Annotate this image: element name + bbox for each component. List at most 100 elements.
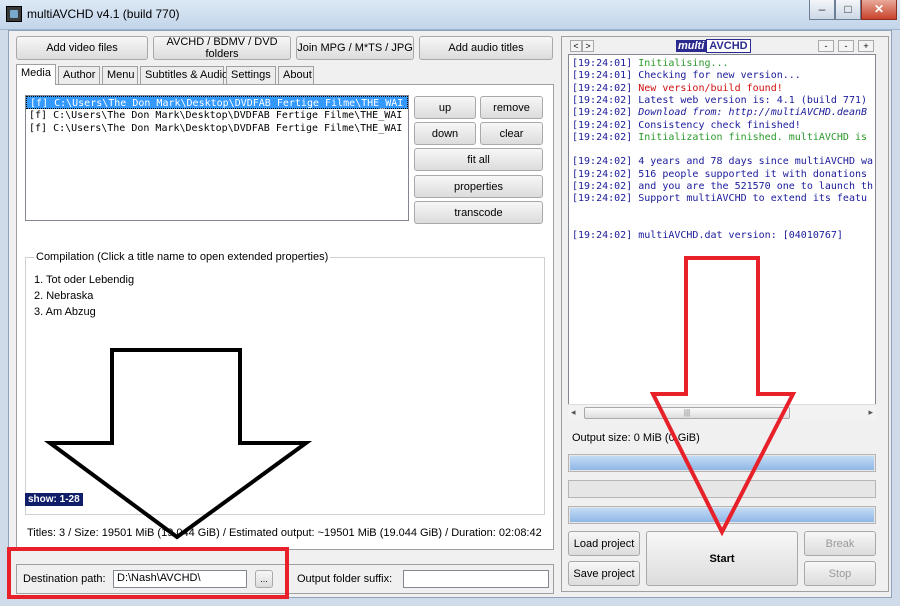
log-message: Latest web version is: 4.1 (build 771) xyxy=(632,94,868,106)
title-item[interactable]: 2. Nebraska xyxy=(34,290,93,302)
join-mpg-button[interactable]: Join MPG / M*TS / JPG xyxy=(296,36,414,60)
clear-button[interactable]: clear xyxy=(480,122,543,145)
log-message: Consistency check finished! xyxy=(632,119,801,131)
file-list-item[interactable]: [f] C:\Users\The Don Mark\Desktop\DVDFAB… xyxy=(26,109,408,122)
title-item[interactable]: 1. Tot oder Lebendig xyxy=(34,274,134,286)
log-plus-button[interactable]: + xyxy=(858,40,874,52)
log-next-button[interactable]: > xyxy=(582,40,594,52)
log-timestamp: [19:24:02] xyxy=(572,119,633,131)
log-line: [19:24:01] Initialising... xyxy=(572,58,729,69)
remove-button[interactable]: remove xyxy=(480,96,543,119)
maximize-button[interactable]: □ xyxy=(835,0,861,20)
log-line: [19:24:02] Download from: http://multiAV… xyxy=(572,107,867,118)
scroll-right-arrow-icon[interactable]: ▸ xyxy=(868,407,873,418)
log-timestamp: [19:24:02] xyxy=(572,107,633,119)
log-timestamp: [19:24:02] xyxy=(572,181,633,192)
log-timestamp: [19:24:02] xyxy=(572,156,633,168)
scrollbar-thumb[interactable]: ||| xyxy=(584,407,790,419)
window-title: multiAVCHD v4.1 (build 770) xyxy=(27,7,180,21)
log-minus-button-2[interactable]: - xyxy=(838,40,854,52)
log-line: [19:24:02] 516 people supported it with … xyxy=(572,169,867,180)
log-message: Initialising... xyxy=(632,58,729,69)
show-range-badge[interactable]: show: 1-28 xyxy=(25,493,83,506)
log-line: [19:24:01] Checking for new version... xyxy=(572,70,801,81)
title-bar: multiAVCHD v4.1 (build 770) – □ ✕ xyxy=(0,0,900,30)
compilation-group: Compilation (Click a title name to open … xyxy=(25,251,545,515)
tab-subtitles-audio[interactable]: Subtitles & Audio xyxy=(140,66,228,84)
log-message: 4 years and 78 days since multiAVCHD wa xyxy=(632,156,874,168)
log-message: Initialization finished. multiAVCHD is xyxy=(632,131,868,143)
log-line: [19:24:02] multiAVCHD.dat version: [0401… xyxy=(572,230,843,241)
avchd-folders-button[interactable]: AVCHD / BDMV / DVD folders xyxy=(153,36,291,60)
log-timestamp: [19:24:01] xyxy=(572,58,633,69)
log-line: [19:24:02] Consistency check finished! xyxy=(572,120,801,131)
file-list[interactable]: [f] C:\Users\The Don Mark\Desktop\DVDFAB… xyxy=(25,95,409,221)
logo-avchd: AVCHD xyxy=(706,39,751,53)
log-message: New version/build found! xyxy=(632,82,783,94)
up-button[interactable]: up xyxy=(414,96,476,119)
tab-settings[interactable]: Settings xyxy=(226,66,276,84)
tab-menu[interactable]: Menu xyxy=(102,66,138,84)
save-project-button[interactable]: Save project xyxy=(568,561,640,586)
destination-label: Destination path: xyxy=(23,573,106,585)
log-message: 516 people supported it with donations xyxy=(632,168,868,180)
add-audio-titles-button[interactable]: Add audio titles xyxy=(419,36,553,60)
start-button[interactable]: Start xyxy=(646,531,798,586)
suffix-input[interactable] xyxy=(403,570,549,588)
log-message: and you are the 521570 one to launch th xyxy=(632,181,874,192)
file-list-item[interactable]: [f] C:\Users\The Don Mark\Desktop\DVDFAB… xyxy=(26,122,408,135)
browse-button[interactable]: ... xyxy=(255,570,273,588)
log-timestamp: [19:24:02] xyxy=(572,82,633,94)
fit-all-button[interactable]: fit all xyxy=(414,148,543,171)
log-message: Checking for new version... xyxy=(632,70,801,82)
close-button[interactable]: ✕ xyxy=(861,0,897,20)
title-item[interactable]: 3. Am Abzug xyxy=(34,306,96,318)
log-prev-button[interactable]: < xyxy=(570,40,582,52)
file-list-item[interactable]: [f] C:\Users\The Don Mark\Desktop\DVDFAB… xyxy=(26,96,408,109)
add-video-files-button[interactable]: Add video files xyxy=(16,36,148,60)
output-size-label: Output size: 0 MiB (0 GiB) xyxy=(572,432,700,444)
multiavchd-logo: multi AVCHD xyxy=(676,39,772,53)
transcode-button[interactable]: transcode xyxy=(414,201,543,224)
log-minus-button[interactable]: - xyxy=(818,40,834,52)
log-message: multiAVCHD.dat version: [04010767] xyxy=(632,230,843,242)
log-timestamp: [19:24:02] xyxy=(572,230,633,242)
minimize-button[interactable]: – xyxy=(809,0,835,20)
log-line: [19:24:02] and you are the 521570 one to… xyxy=(572,181,873,192)
log-message: Support multiAVCHD to extend its featu xyxy=(632,193,868,205)
compilation-label: Compilation (Click a title name to open … xyxy=(34,251,331,263)
log-line: [19:24:02] 4 years and 78 days since mul… xyxy=(572,156,873,167)
scroll-left-arrow-icon[interactable]: ◂ xyxy=(571,407,576,418)
tab-media[interactable]: Media xyxy=(16,64,56,85)
progress-fill xyxy=(570,508,874,522)
app-icon xyxy=(6,6,22,22)
destination-path-input[interactable]: D:\Nash\AVCHD\ xyxy=(113,570,247,588)
log-line: [19:24:02] Support multiAVCHD to extend … xyxy=(572,193,867,204)
media-stats: Titles: 3 / Size: 19501 MiB (19.044 GiB)… xyxy=(27,527,542,539)
progress-bar-1 xyxy=(568,454,876,472)
log-line: [19:24:02] Initialization finished. mult… xyxy=(572,132,867,143)
tab-author[interactable]: Author xyxy=(58,66,100,84)
stop-button[interactable]: Stop xyxy=(804,561,876,586)
log-timestamp: [19:24:01] xyxy=(572,70,633,82)
down-button[interactable]: down xyxy=(414,122,476,145)
log-timestamp: [19:24:02] xyxy=(572,94,633,106)
logo-multi: multi xyxy=(676,40,707,52)
suffix-label: Output folder suffix: xyxy=(297,573,393,585)
log-message: Download from: http://multiAVCHD.deanB xyxy=(632,107,868,119)
tab-about[interactable]: About xyxy=(278,66,314,84)
log-timestamp: [19:24:02] xyxy=(572,193,633,205)
log-line: [19:24:02] Latest web version is: 4.1 (b… xyxy=(572,95,867,106)
load-project-button[interactable]: Load project xyxy=(568,531,640,556)
destination-group: Destination path: D:\Nash\AVCHD\ ... Out… xyxy=(16,564,554,594)
properties-button[interactable]: properties xyxy=(414,175,543,198)
log-timestamp: [19:24:02] xyxy=(572,168,633,180)
log-view[interactable]: [19:24:01] Initialising... [19:24:01] Che… xyxy=(568,54,876,420)
log-horizontal-scrollbar[interactable]: ◂ ||| ▸ xyxy=(568,404,876,420)
progress-fill xyxy=(570,456,874,470)
progress-bar-3 xyxy=(568,506,876,524)
media-panel: [f] C:\Users\The Don Mark\Desktop\DVDFAB… xyxy=(16,84,554,550)
break-button[interactable]: Break xyxy=(804,531,876,556)
log-line: [19:24:02] New version/build found! xyxy=(572,83,783,94)
log-timestamp: [19:24:02] xyxy=(572,131,633,143)
